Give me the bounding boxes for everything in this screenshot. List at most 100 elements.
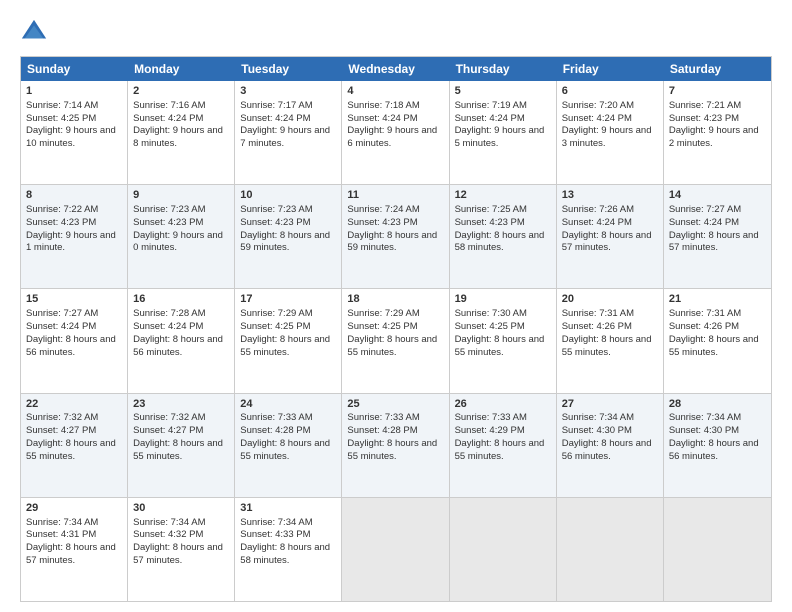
sunset-text: Sunset: 4:31 PM [26,529,96,540]
sunset-text: Sunset: 4:23 PM [240,217,310,228]
sunrise-text: Sunrise: 7:29 AM [240,308,312,319]
sunrise-text: Sunrise: 7:29 AM [347,308,419,319]
daylight-text: Daylight: 9 hours and 3 minutes. [562,125,652,149]
day-cell-27: 27Sunrise: 7:34 AMSunset: 4:30 PMDayligh… [557,394,664,497]
day-cell-21: 21Sunrise: 7:31 AMSunset: 4:26 PMDayligh… [664,289,771,392]
day-cell-1: 1Sunrise: 7:14 AMSunset: 4:25 PMDaylight… [21,81,128,184]
week-row-2: 8Sunrise: 7:22 AMSunset: 4:23 PMDaylight… [21,185,771,289]
sunrise-text: Sunrise: 7:23 AM [133,204,205,215]
sunrise-text: Sunrise: 7:34 AM [240,517,312,528]
day-cell-6: 6Sunrise: 7:20 AMSunset: 4:24 PMDaylight… [557,81,664,184]
daylight-text: Daylight: 9 hours and 0 minutes. [133,230,223,254]
week-row-1: 1Sunrise: 7:14 AMSunset: 4:25 PMDaylight… [21,81,771,185]
day-number: 19 [455,292,551,307]
sunrise-text: Sunrise: 7:33 AM [240,412,312,423]
day-number: 3 [240,84,336,99]
day-cell-5: 5Sunrise: 7:19 AMSunset: 4:24 PMDaylight… [450,81,557,184]
sunrise-text: Sunrise: 7:19 AM [455,100,527,111]
sunset-text: Sunset: 4:27 PM [133,425,203,436]
sunset-text: Sunset: 4:30 PM [562,425,632,436]
daylight-text: Daylight: 8 hours and 57 minutes. [26,542,116,566]
day-number: 8 [26,188,122,203]
sunrise-text: Sunrise: 7:17 AM [240,100,312,111]
page: SundayMondayTuesdayWednesdayThursdayFrid… [0,0,792,612]
daylight-text: Daylight: 8 hours and 55 minutes. [455,334,545,358]
daylight-text: Daylight: 8 hours and 55 minutes. [240,334,330,358]
day-number: 11 [347,188,443,203]
sunrise-text: Sunrise: 7:16 AM [133,100,205,111]
sunrise-text: Sunrise: 7:27 AM [669,204,741,215]
header-day-wednesday: Wednesday [342,57,449,81]
day-cell-7: 7Sunrise: 7:21 AMSunset: 4:23 PMDaylight… [664,81,771,184]
day-cell-25: 25Sunrise: 7:33 AM Sunset: 4:28 PM Dayligh… [342,394,449,497]
sunset-text: Sunset: 4:29 PM [455,425,525,436]
day-number: 20 [562,292,658,307]
day-cell-19: 19Sunrise: 7:30 AMSunset: 4:25 PMDayligh… [450,289,557,392]
sunset-text: Sunset: 4:25 PM [347,321,417,332]
sunset-text: Sunset: 4:30 PM [669,425,739,436]
day-cell-29: 29Sunrise: 7:34 AMSunset: 4:31 PMDayligh… [21,498,128,601]
sunset-text: Sunset: 4:24 PM [455,113,525,124]
daylight-text: Daylight: 8 hours and 59 minutes. [240,230,330,254]
day-number: 26 [455,397,551,412]
day-number: 25 [347,397,443,412]
day-cell-18: 18Sunrise: 7:29 AMSunset: 4:25 PMDayligh… [342,289,449,392]
sunrise-text: Sunrise: 7:26 AM [562,204,634,215]
sunset-text: Sunset: 4:24 PM [669,217,739,228]
day-cell-23: 23Sunrise: 7:32 AMSunset: 4:27 PMDayligh… [128,394,235,497]
calendar-header: SundayMondayTuesdayWednesdayThursdayFrid… [21,57,771,81]
daylight-text: Daylight: 8 hours and 55 minutes. [669,334,759,358]
sunrise-text: Sunrise: 7:33 AM [347,412,419,423]
day-number: 30 [133,501,229,516]
sunrise-text: Sunrise: 7:34 AM [562,412,634,423]
sunrise-text: Sunrise: 7:21 AM [669,100,741,111]
daylight-text: Daylight: 8 hours and 56 minutes. [562,438,652,462]
day-number: 6 [562,84,658,99]
header-day-saturday: Saturday [664,57,771,81]
day-cell-4: 4Sunrise: 7:18 AMSunset: 4:24 PMDaylight… [342,81,449,184]
day-cell-10: 10Sunrise: 7:23 AMSunset: 4:23 PMDayligh… [235,185,342,288]
sunrise-text: Sunrise: 7:25 AM [455,204,527,215]
day-number: 12 [455,188,551,203]
day-number: 16 [133,292,229,307]
sunset-text: Sunset: 4:24 PM [133,321,203,332]
daylight-text: Daylight: 8 hours and 58 minutes. [240,542,330,566]
sunrise-text: Sunrise: 7:34 AM [669,412,741,423]
day-cell-22: 22Sunrise: 7:32 AMSunset: 4:27 PMDayligh… [21,394,128,497]
week-row-3: 15Sunrise: 7:27 AMSunset: 4:24 PMDayligh… [21,289,771,393]
daylight-text: Daylight: 8 hours and 55 minutes. [562,334,652,358]
day-number: 24 [240,397,336,412]
day-number: 5 [455,84,551,99]
day-cell-16: 16Sunrise: 7:28 AM Sunset: 4:24 PM Dayligh… [128,289,235,392]
day-number: 10 [240,188,336,203]
header-day-thursday: Thursday [450,57,557,81]
daylight-text: Daylight: 8 hours and 56 minutes. [133,334,223,358]
header-day-sunday: Sunday [21,57,128,81]
sunset-text: Sunset: 4:33 PM [240,529,310,540]
day-number: 28 [669,397,766,412]
day-number: 23 [133,397,229,412]
sunrise-text: Sunrise: 7:32 AM [133,412,205,423]
logo [20,18,52,46]
sunset-text: Sunset: 4:25 PM [240,321,310,332]
sunrise-text: Sunrise: 7:28 AM [133,308,205,319]
day-number: 31 [240,501,336,516]
daylight-text: Daylight: 8 hours and 55 minutes. [240,438,330,462]
sunset-text: Sunset: 4:28 PM [240,425,310,436]
sunrise-text: Sunrise: 7:31 AM [669,308,741,319]
sunset-text: Sunset: 4:24 PM [26,321,96,332]
sunrise-text: Sunrise: 7:18 AM [347,100,419,111]
sunrise-text: Sunrise: 7:32 AM [26,412,98,423]
daylight-text: Daylight: 9 hours and 8 minutes. [133,125,223,149]
daylight-text: Daylight: 9 hours and 6 minutes. [347,125,437,149]
day-cell-30: 30Sunrise: 7:34 AMSunset: 4:32 PMDayligh… [128,498,235,601]
daylight-text: Daylight: 9 hours and 10 minutes. [26,125,116,149]
sunset-text: Sunset: 4:27 PM [26,425,96,436]
daylight-text: Daylight: 8 hours and 55 minutes. [347,438,437,462]
empty-cell [664,498,771,601]
header [20,18,772,46]
day-cell-9: 9Sunrise: 7:23 AMSunset: 4:23 PMDaylight… [128,185,235,288]
day-cell-17: 17Sunrise: 7:29 AMSunset: 4:25 PMDayligh… [235,289,342,392]
day-cell-28: 28Sunrise: 7:34 AMSunset: 4:30 PMDayligh… [664,394,771,497]
sunset-text: Sunset: 4:28 PM [347,425,417,436]
